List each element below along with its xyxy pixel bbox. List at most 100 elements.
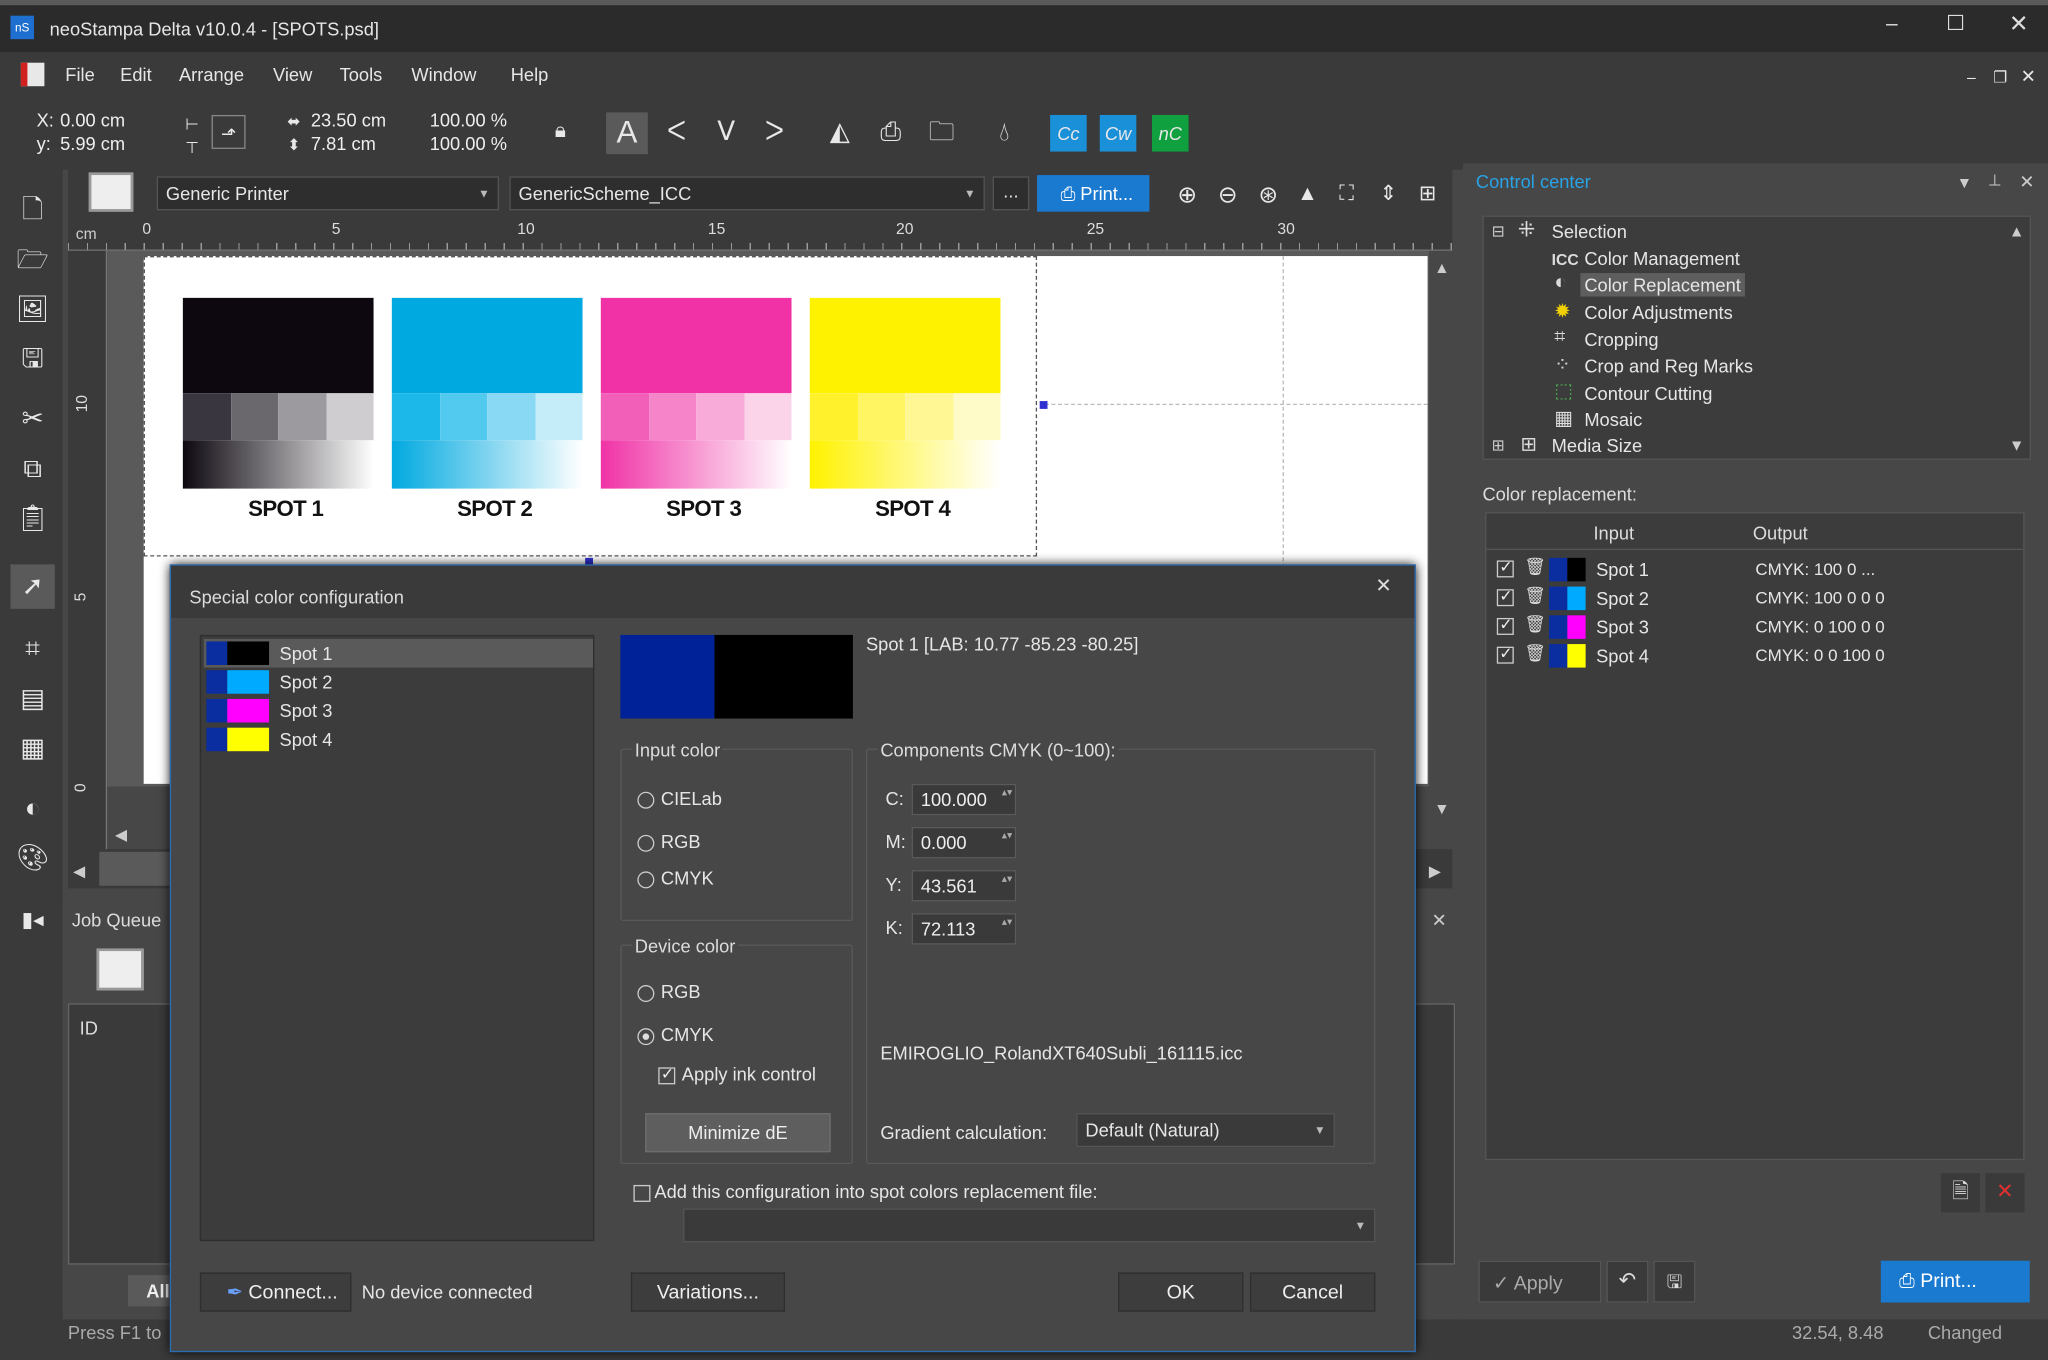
menu-tools[interactable]: Tools: [340, 64, 383, 85]
trash-icon[interactable]: 🗑︎: [1524, 643, 1546, 664]
text-tool-icon[interactable]: A: [606, 112, 648, 155]
column-id[interactable]: ID: [80, 1018, 98, 1039]
replacement-file-select[interactable]: ▼: [683, 1208, 1376, 1243]
mdi-close-button[interactable]: ✕: [2021, 65, 2036, 87]
close-button[interactable]: ✕: [2009, 10, 2035, 36]
menu-arrange[interactable]: Arrange: [179, 64, 244, 85]
fit-all-icon[interactable]: ⊞: [1411, 178, 1445, 212]
column-output[interactable]: Output: [1753, 523, 1808, 544]
align-bottom-icon[interactable]: ᐯ: [709, 115, 743, 149]
input-rgb-radio[interactable]: [637, 834, 655, 852]
align-left-icon[interactable]: ᐸ: [660, 115, 694, 149]
scale-width-field[interactable]: 100.00 %: [430, 110, 507, 131]
row-enable-checkbox[interactable]: [1496, 615, 1514, 635]
gradient-select[interactable]: Default (Natural) ▼: [1076, 1113, 1335, 1148]
scroll-down-icon[interactable]: ▼: [1434, 800, 1450, 818]
color-correction-cw-icon[interactable]: Cw: [1099, 114, 1137, 152]
menu-view[interactable]: View: [273, 64, 312, 85]
tree-item-color-replacement[interactable]: Color Replacement: [1580, 273, 1745, 297]
close-queue-icon[interactable]: ✕: [1432, 909, 1447, 931]
minimize-button[interactable]: –: [1886, 13, 1912, 39]
mirror-icon[interactable]: ◭: [823, 115, 857, 149]
expand-icon[interactable]: ⊞: [1492, 436, 1505, 454]
trash-icon[interactable]: 🗑︎: [1524, 614, 1546, 635]
minimize-de-button[interactable]: Minimize dE: [645, 1113, 831, 1153]
save-icon[interactable]: 🖫︎: [16, 342, 50, 376]
delete-replacement-icon[interactable]: ✕: [1985, 1173, 2025, 1213]
ink-control-checkbox[interactable]: [658, 1065, 676, 1085]
paste-icon[interactable]: 📋︎: [16, 502, 50, 536]
edit-replacement-icon[interactable]: 🗎︎: [1940, 1173, 1981, 1213]
tree-item-media-size[interactable]: Media Size: [1552, 435, 1642, 456]
tab-left-icon[interactable]: ◀: [73, 862, 85, 880]
grid-tool-icon[interactable]: ▦: [16, 732, 50, 766]
page-tool-icon[interactable]: ▤: [16, 682, 50, 716]
height-field[interactable]: 7.81 cm: [311, 133, 376, 154]
replacement-row[interactable]: 🗑︎ Spot 4 CMYK: 0 0 100 0: [1486, 641, 2023, 670]
vertical-scrollbar[interactable]: ▲ ▼: [1428, 250, 1453, 821]
tree-item-mosaic[interactable]: Mosaic: [1584, 409, 1642, 430]
replacement-row[interactable]: 🗑︎ Spot 1 CMYK: 100 0 ...: [1486, 555, 2023, 584]
selection-handle[interactable]: [1039, 401, 1048, 409]
row-enable-checkbox[interactable]: [1496, 558, 1514, 578]
row-enable-checkbox[interactable]: [1496, 587, 1514, 607]
fit-page-icon[interactable]: ⛶: [1330, 178, 1364, 212]
dialog-title-bar[interactable]: Special color configuration ✕: [171, 565, 1415, 618]
tree-scroll-up-icon[interactable]: ▲: [2009, 222, 2025, 240]
more-button[interactable]: ...: [992, 176, 1030, 211]
zoom-in-icon[interactable]: ⊕: [1170, 178, 1204, 212]
printer-icon[interactable]: [88, 172, 134, 212]
fit-height-icon[interactable]: ⇕: [1371, 178, 1405, 212]
add-config-checkbox[interactable]: [633, 1184, 651, 1202]
pin-icon[interactable]: ⊥: [1988, 171, 2002, 189]
link-height-icon[interactable]: ⊤: [175, 131, 209, 165]
undo-icon[interactable]: ↶: [1606, 1260, 1649, 1303]
color-correction-cc-icon[interactable]: Cc: [1050, 114, 1087, 152]
replacement-row[interactable]: 🗑︎ Spot 3 CMYK: 0 100 0 0: [1486, 613, 2023, 642]
tree-item-color-management[interactable]: Color Management: [1584, 248, 1740, 269]
apply-button[interactable]: ✓ Apply: [1478, 1260, 1602, 1303]
x-position-field[interactable]: 0.00 cm: [60, 110, 125, 131]
m-field[interactable]: 0.000: [911, 826, 1017, 859]
width-field[interactable]: 23.50 cm: [311, 110, 386, 131]
k-field[interactable]: 72.113: [911, 913, 1017, 945]
spot-list-item[interactable]: Spot 3: [204, 696, 593, 725]
menu-edit[interactable]: Edit: [120, 64, 152, 85]
scroll-up-icon[interactable]: ▲: [1434, 259, 1450, 277]
tree-item-crop-reg-marks[interactable]: Crop and Reg Marks: [1584, 355, 1753, 376]
tree-scroll-down-icon[interactable]: ▼: [2009, 436, 2025, 454]
zoom-fit-icon[interactable]: ⊛: [1251, 178, 1285, 212]
tree-item-selection[interactable]: Selection: [1552, 221, 1627, 242]
scale-height-field[interactable]: 100.00 %: [430, 133, 507, 154]
device-cmyk-radio[interactable]: [637, 1028, 655, 1046]
row-enable-checkbox[interactable]: [1496, 644, 1514, 664]
column-input[interactable]: Input: [1593, 523, 1634, 544]
collapse-icon[interactable]: ⊟: [1492, 222, 1505, 240]
input-cmyk-radio[interactable]: [637, 871, 655, 889]
spot-list-item[interactable]: Spot 4: [204, 725, 593, 754]
c-field[interactable]: 100.000: [911, 783, 1017, 816]
trash-icon[interactable]: 🗑︎: [1524, 557, 1546, 578]
spot-list-item[interactable]: Spot 2: [204, 668, 593, 697]
input-cielab-radio[interactable]: [637, 791, 655, 809]
color-tool-icon[interactable]: ◐: [16, 792, 50, 826]
queue-toggle-icon[interactable]: ▮◂: [16, 904, 50, 938]
printer-select[interactable]: Generic Printer ▼: [156, 176, 499, 211]
tab-right-icon[interactable]: ▶: [1429, 862, 1441, 880]
origin-icon[interactable]: ⬏: [211, 114, 246, 149]
open-file-icon[interactable]: 🗁︎: [16, 243, 50, 277]
new-file-icon[interactable]: 🗋︎: [16, 193, 50, 227]
select-tool-icon[interactable]: ➚: [10, 564, 55, 609]
menu-file[interactable]: File: [65, 64, 94, 85]
folder-refresh-icon[interactable]: 🗀︎: [925, 115, 959, 149]
tree-item-color-adjustments[interactable]: Color Adjustments: [1584, 302, 1732, 323]
maximize-button[interactable]: ☐: [1946, 10, 1972, 36]
dialog-close-icon[interactable]: ✕: [1375, 574, 1391, 597]
spot-list-item[interactable]: Spot 1: [203, 638, 593, 668]
y-field[interactable]: 43.561: [911, 870, 1017, 902]
close-panel-icon[interactable]: ✕: [2019, 171, 2034, 193]
lock-icon[interactable]: 🔒︎: [543, 115, 577, 149]
copy-icon[interactable]: ⧉: [16, 452, 50, 486]
mdi-restore-button[interactable]: ❐: [1993, 68, 2007, 86]
connect-button[interactable]: ✒ Connect...: [199, 1272, 352, 1312]
